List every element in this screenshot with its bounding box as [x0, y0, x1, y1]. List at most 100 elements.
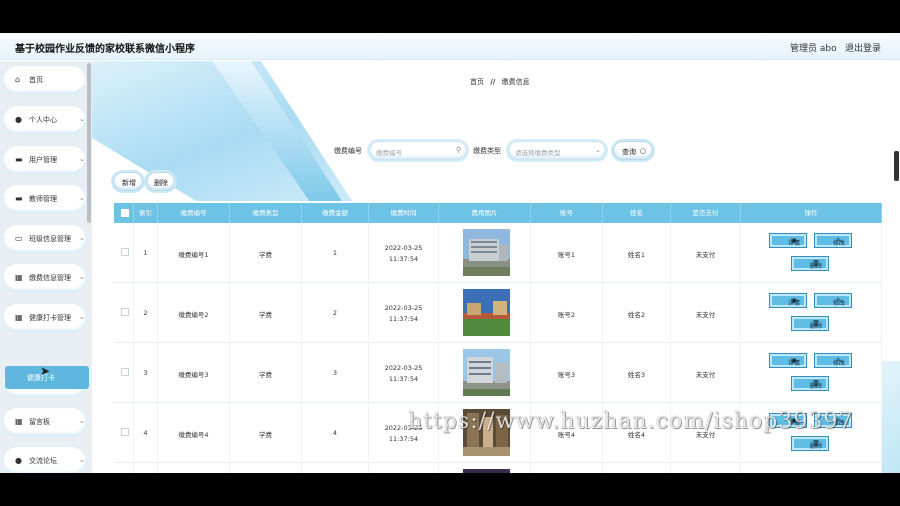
- detail-button[interactable]: ▣ 详情: [769, 293, 807, 308]
- cell-text: 姓名3: [627, 371, 646, 379]
- action-label: 修改: [832, 240, 845, 247]
- mouse-cursor-icon: ➤: [40, 364, 51, 378]
- detail-button[interactable]: ▣ 详情: [769, 233, 807, 248]
- type-filter-label: 缴费类型: [473, 147, 501, 155]
- sidebar-item-label: 班级信息管理: [29, 235, 71, 243]
- search-icon: ○: [640, 147, 647, 155]
- sidebar-item-label: 用户管理: [29, 156, 57, 164]
- cell-text: 2: [332, 309, 338, 317]
- sidebar-item-4[interactable]: ▭ 班级信息管理 ⌄: [3, 225, 86, 253]
- fee-photo: [463, 469, 510, 473]
- cell-paid: 未支付: [671, 343, 741, 403]
- edit-button[interactable]: ✎ 修改: [814, 353, 852, 368]
- action-label: 详情: [787, 360, 800, 367]
- cell-text: 未支付: [695, 311, 716, 319]
- chevron-down-icon: ⌄: [79, 456, 85, 464]
- edit-button[interactable]: ✎ 修改: [814, 293, 852, 308]
- code-search-input[interactable]: 缴费编号 ⚲: [369, 141, 467, 160]
- sidebar-item-5[interactable]: ▦ 缴费信息管理 ⌄: [3, 264, 86, 292]
- delete-button[interactable]: 🗑 删除: [791, 436, 829, 451]
- row-checkbox[interactable]: [121, 248, 129, 256]
- column-header: 缴费金额: [302, 203, 369, 223]
- row-select-cell: [114, 403, 134, 463]
- cell-account: 账号1: [531, 223, 603, 283]
- grid-icon: ▦: [15, 313, 23, 322]
- row-checkbox[interactable]: [121, 428, 129, 436]
- cell-text: 未支付: [695, 431, 716, 439]
- cell-text: 账号2: [557, 311, 576, 319]
- row-checkbox[interactable]: [121, 308, 129, 316]
- type-select[interactable]: 请选择缴费类型 ⌄: [508, 141, 606, 160]
- column-header: 索引: [134, 203, 158, 223]
- action-label: 修改: [832, 360, 845, 367]
- query-button[interactable]: 查询 ○: [613, 141, 653, 160]
- actions-cell: ▣详情 ✎修改 🗑删除: [741, 343, 882, 403]
- logout-link[interactable]: 退出登录: [845, 41, 881, 54]
- sidebar-item-1[interactable]: ● 个人中心 ⌄: [3, 106, 86, 134]
- breadcrumb-home[interactable]: 首页: [470, 78, 484, 86]
- action-label: 删除: [809, 383, 822, 390]
- delete-button[interactable]: 🗑 删除: [791, 256, 829, 271]
- cell-name: 姓名2: [603, 283, 671, 343]
- sidebar-item-0[interactable]: ⌂ 首页: [3, 66, 86, 94]
- column-header: 是否支付: [671, 203, 741, 223]
- cell-name: 姓名3: [603, 343, 671, 403]
- cell-text: 1: [332, 249, 338, 257]
- sidebar-item-6[interactable]: ▦ 健康打卡管理 ⌄: [3, 304, 86, 332]
- row-select-cell: [114, 283, 134, 343]
- sidebar-item-2[interactable]: ▬ 用户管理 ⌄: [3, 146, 86, 174]
- sidebar-item-9[interactable]: ● 交流论坛 ⌄: [3, 447, 86, 473]
- grid-icon: ▦: [15, 417, 23, 426]
- cell-code: 缴费编号3: [158, 343, 230, 403]
- cell-time: 2022-03-25 11:37:54: [369, 403, 439, 463]
- action-label: 修改: [832, 300, 845, 307]
- cell-index: 1: [134, 223, 158, 283]
- cell-type: 学费: [230, 283, 302, 343]
- fee-image-cell: [439, 343, 531, 403]
- sidebar-item-8[interactable]: ▦ 留言板 ⌄: [3, 408, 86, 436]
- cell-text: 缴费编号1: [178, 251, 209, 259]
- delete-button[interactable]: 🗑 删除: [791, 316, 829, 331]
- cell-text: 学费: [259, 371, 272, 379]
- cell-type: 学费: [230, 403, 302, 463]
- row-checkbox[interactable]: [121, 368, 129, 376]
- current-user: 管理员 abo: [790, 44, 837, 54]
- main-content: 首页 // 缴费信息 缴费编号 缴费编号 ⚲ 缴费类型 请选择缴费类型 ⌄ 查询…: [92, 61, 900, 473]
- delete-button[interactable]: 🗑 删除: [791, 376, 829, 391]
- sidebar-item-3[interactable]: ▬ 教师管理 ⌄: [3, 185, 86, 213]
- cell-code: 缴费编号4: [158, 403, 230, 463]
- cell-type: 学费: [230, 223, 302, 283]
- table-header: 索引 缴费编号 缴费类型 缴费金额 缴费时间 费用图片 账号 姓名 是否支付 操作: [114, 203, 882, 223]
- chevron-down-icon: ⌄: [79, 313, 85, 321]
- card-icon: ▬: [15, 155, 23, 164]
- edit-button[interactable]: ✎ 修改: [814, 233, 852, 248]
- select-all-checkbox[interactable]: [121, 209, 129, 217]
- cell-amount: 3: [302, 343, 369, 403]
- cell-amount: 1: [302, 223, 369, 283]
- detail-button[interactable]: ▣ 详情: [769, 413, 807, 428]
- breadcrumb: 首页 // 缴费信息: [470, 77, 530, 87]
- fee-photo: [463, 349, 510, 396]
- action-label: 详情: [787, 240, 800, 247]
- edit-button[interactable]: ✎ 修改: [814, 413, 852, 428]
- main-scrollbar[interactable]: [894, 151, 899, 181]
- sidebar-item-label: 缴费信息管理: [29, 274, 71, 282]
- cell-text: 姓名2: [627, 311, 646, 319]
- chevron-down-icon: ⌄: [79, 234, 85, 242]
- row-select-cell: [114, 223, 134, 283]
- add-button[interactable]: 新增: [113, 172, 143, 191]
- batch-delete-button[interactable]: 删除: [146, 172, 175, 191]
- column-header: 费用图片: [439, 203, 531, 223]
- cell-index: 5: [134, 463, 158, 473]
- detail-button[interactable]: ▣ 详情: [769, 353, 807, 368]
- cell-paid: 未支付: [671, 403, 741, 463]
- column-header: 操作: [741, 203, 882, 223]
- action-label: 删除: [809, 443, 822, 450]
- fee-photo: [463, 409, 510, 456]
- sidebar-scrollbar[interactable]: [87, 63, 91, 223]
- action-label: 详情: [787, 420, 800, 427]
- person-icon: ●: [15, 456, 22, 465]
- actions-cell: ▣详情 ✎修改 🗑删除: [741, 403, 882, 463]
- table-row: 3 缴费编号3 学费 3 2022-03-25 11:37:54 账号3 姓名3 未支付 ▣ 详情…: [114, 343, 882, 403]
- sidebar-item-label: 留言板: [29, 418, 50, 426]
